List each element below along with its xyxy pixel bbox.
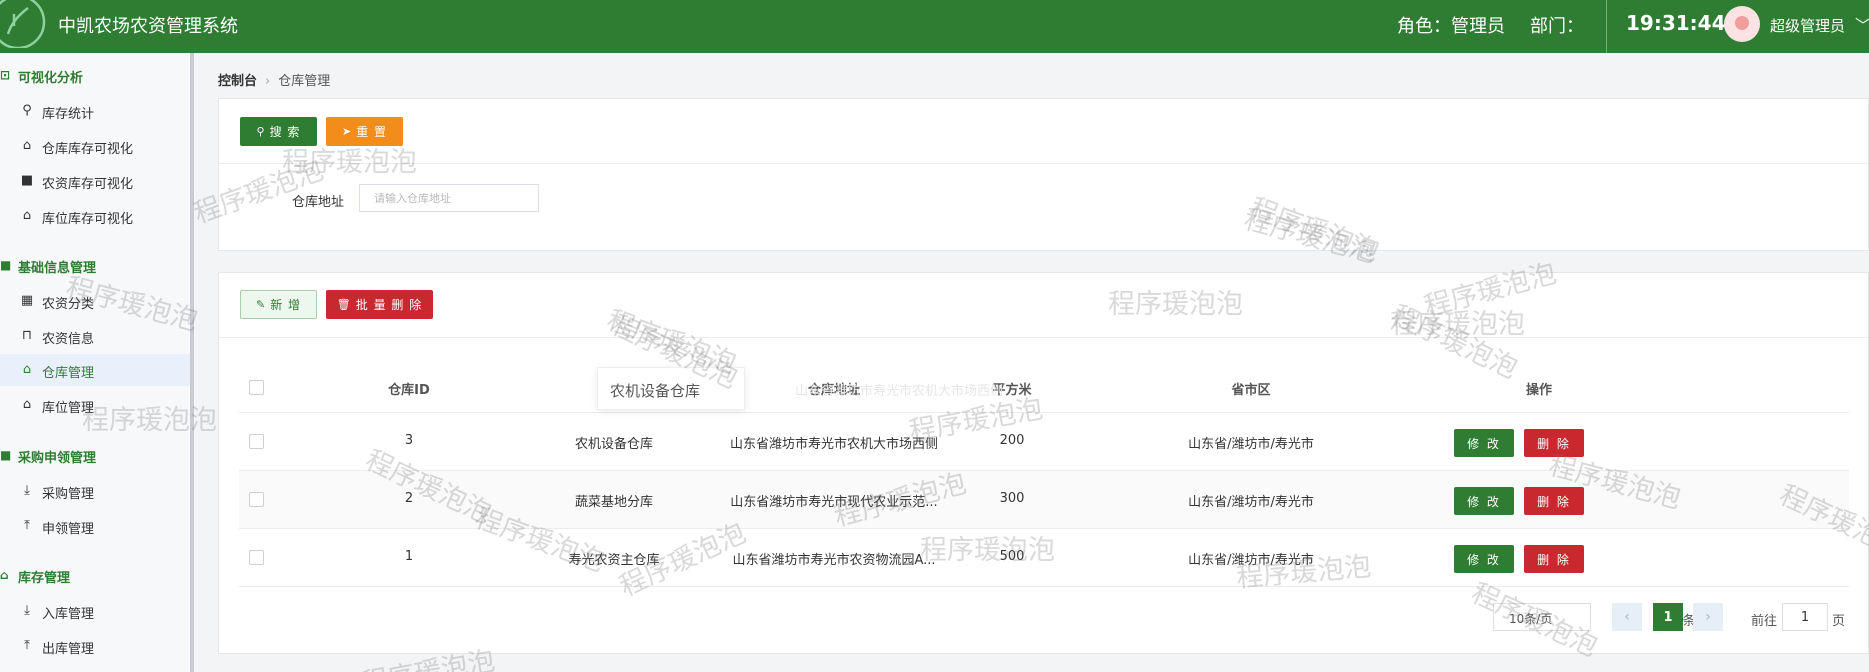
- cell-address: 山东省潍坊市寿光市现代农业示范...: [730, 495, 938, 510]
- name-tooltip: 农机设备仓库: [597, 367, 745, 410]
- chart-icon: ⊡: [0, 68, 11, 82]
- row-checkbox[interactable]: [249, 492, 264, 507]
- row-checkbox[interactable]: [249, 550, 264, 565]
- trash-icon: 🗑: [336, 298, 352, 311]
- page-number-current[interactable]: 1: [1653, 603, 1683, 631]
- sidebar-item-warehouse-visual[interactable]: ⌂ 仓库库存可视化: [0, 130, 190, 162]
- add-button[interactable]: ✎ 新 增: [240, 290, 317, 319]
- col-header-actions: 操作: [1525, 383, 1552, 398]
- cell-name: 蔬菜基地分库: [574, 495, 653, 510]
- send-icon: ➤: [341, 125, 353, 138]
- sidebar-item-material-info[interactable]: ⊓ 农资信息: [0, 320, 190, 352]
- delete-button[interactable]: 删 除: [1524, 487, 1584, 515]
- sidebar-item-warehouse[interactable]: ⌂ 仓库管理: [0, 354, 190, 386]
- sidebar-item-outbound[interactable]: ⤒ 出库管理: [0, 630, 190, 662]
- divider: [219, 337, 1868, 338]
- cell-area: 500: [999, 549, 1025, 564]
- cell-id: 2: [404, 491, 414, 506]
- table-row: 2 蔬菜基地分库 山东省潍坊市寿光市现代农业示范... 300 山东省/潍坊市/…: [239, 471, 1849, 529]
- row-checkbox[interactable]: [249, 434, 264, 449]
- breadcrumb-current: 仓库管理: [278, 74, 331, 89]
- batch-delete-button[interactable]: 🗑 批 量 删 除: [326, 290, 433, 319]
- cell-area: 200: [999, 433, 1025, 448]
- table-panel: ✎新 增 🗑批 量 删 除 仓库ID 名称 仓库地址 平方米 省市区 操作 3 …: [218, 272, 1869, 654]
- search-icon: ⚲: [256, 125, 266, 138]
- search-icon: ⚲: [22, 103, 32, 118]
- sidebar-item-stock-stats[interactable]: ⚲ 库存统计: [0, 95, 190, 127]
- reset-button[interactable]: ➤ 重 置: [326, 117, 403, 146]
- cell-name: 农机设备仓库: [574, 437, 653, 452]
- select-all-checkbox[interactable]: [249, 380, 264, 395]
- user-role: 角色：管理员: [1397, 16, 1505, 37]
- leaf-logo-icon: [0, 0, 46, 48]
- cell-region: 山东省/潍坊市/寿光市: [1188, 437, 1314, 452]
- search-panel: ⚲ 搜 索 ➤ 重 置 仓库地址: [218, 98, 1869, 251]
- sidebar-item-location-visual[interactable]: ⌂ 库位库存可视化: [0, 200, 190, 232]
- house-outline-icon: ⌂: [22, 397, 32, 412]
- cell-region: 山东省/潍坊市/寿光市: [1188, 495, 1314, 510]
- cell-region: 山东省/潍坊市/寿光市: [1188, 553, 1314, 568]
- bag-icon: ⊓: [21, 328, 33, 343]
- lock-icon: ■: [0, 258, 12, 272]
- tooltip-ghost-text: 山东省潍坊市寿光市农机大市场西侧: [795, 384, 1004, 399]
- grid-icon: ▦: [20, 293, 34, 308]
- upload-icon: ⤒: [24, 518, 30, 533]
- breadcrumb-separator: ›: [265, 74, 271, 89]
- download-icon: ⤓: [24, 483, 30, 498]
- download-icon: ⤓: [24, 603, 30, 618]
- breadcrumb-root[interactable]: 控制台: [218, 74, 257, 89]
- cell-id: 1: [404, 549, 414, 564]
- user-menu[interactable]: 超级管理员: [1770, 15, 1845, 36]
- prev-page-button[interactable]: ‹: [1612, 603, 1642, 631]
- sidebar-item-location[interactable]: ⌂ 库位管理: [0, 389, 190, 421]
- user-dept: 部门：: [1530, 16, 1584, 37]
- home-icon: ⌂: [22, 208, 32, 223]
- house-outline-icon: ⌂: [22, 362, 32, 377]
- upload-icon: ⤒: [24, 638, 30, 653]
- cell-area: 300: [999, 491, 1025, 506]
- edit-button[interactable]: 修 改: [1454, 487, 1514, 515]
- avatar[interactable]: [1724, 6, 1760, 42]
- home-icon: ⌂: [22, 138, 32, 153]
- col-header-id[interactable]: 仓库ID: [359, 379, 459, 398]
- goto-page-input[interactable]: [1782, 603, 1828, 631]
- cell-address: 山东省潍坊市寿光市农机大市场西侧: [729, 437, 938, 452]
- lock-icon: ■: [20, 173, 34, 188]
- breadcrumb: 控制台 › 仓库管理: [218, 70, 330, 89]
- page-size-select[interactable]: 10条/页: [1493, 603, 1591, 631]
- header-divider: [1606, 0, 1607, 53]
- cell-address: 山东省潍坊市寿光市农资物流园A...: [732, 553, 936, 568]
- search-button[interactable]: ⚲ 搜 索: [240, 117, 317, 146]
- sidebar: ⊡ 可视化分析 ⚲ 库存统计 ⌂ 仓库库存可视化 ■ 农资库存可视化 ⌂ 库位库…: [0, 53, 194, 672]
- address-search-input[interactable]: [359, 184, 539, 212]
- sidebar-item-inbound[interactable]: ⤓ 入库管理: [0, 595, 190, 627]
- cart-icon: ■: [0, 448, 12, 462]
- chevron-down-icon[interactable]: ﹀: [1855, 12, 1869, 36]
- data-table: 仓库ID 名称 仓库地址 平方米 省市区 操作 3 农机设备仓库 山东省潍坊市寿…: [219, 363, 1869, 587]
- goto-label: 前往: [1751, 614, 1778, 629]
- delete-button[interactable]: 删 除: [1524, 429, 1584, 457]
- edit-icon: ✎: [255, 298, 267, 311]
- clock: 19:31:44: [1626, 11, 1726, 35]
- table-row: 3 农机设备仓库 山东省潍坊市寿光市农机大市场西侧 200 山东省/潍坊市/寿光…: [239, 413, 1849, 471]
- divider: [219, 163, 1868, 164]
- goto-suffix: 页: [1832, 614, 1846, 629]
- edit-button[interactable]: 修 改: [1454, 545, 1514, 573]
- app-header: 中凯农场农资管理系统 角色：管理员 部门： 19:31:44 超级管理员 ﹀: [0, 0, 1869, 53]
- col-header-region[interactable]: 省市区: [1101, 379, 1401, 398]
- cell-id: 3: [404, 433, 414, 448]
- edit-button[interactable]: 修 改: [1454, 429, 1514, 457]
- sidebar-item-material-visual[interactable]: ■ 农资库存可视化: [0, 165, 190, 197]
- sidebar-item-requisition[interactable]: ⤒ 申领管理: [0, 510, 190, 542]
- sidebar-item-category[interactable]: ▦ 农资分类: [0, 285, 190, 317]
- home-icon: ⌂: [0, 568, 9, 582]
- address-field-label: 仓库地址: [292, 195, 345, 210]
- table-row: 1 寿光农资主仓库 山东省潍坊市寿光市农资物流园A... 500 山东省/潍坊市…: [239, 529, 1849, 587]
- table-header: 仓库ID 名称 仓库地址 平方米 省市区 操作: [239, 363, 1849, 413]
- app-title: 中凯农场农资管理系统: [58, 16, 238, 37]
- delete-button[interactable]: 删 除: [1524, 545, 1584, 573]
- next-page-button[interactable]: ›: [1693, 603, 1723, 631]
- sidebar-item-purchase[interactable]: ⤓ 采购管理: [0, 475, 190, 507]
- cell-name: 寿光农资主仓库: [568, 553, 660, 568]
